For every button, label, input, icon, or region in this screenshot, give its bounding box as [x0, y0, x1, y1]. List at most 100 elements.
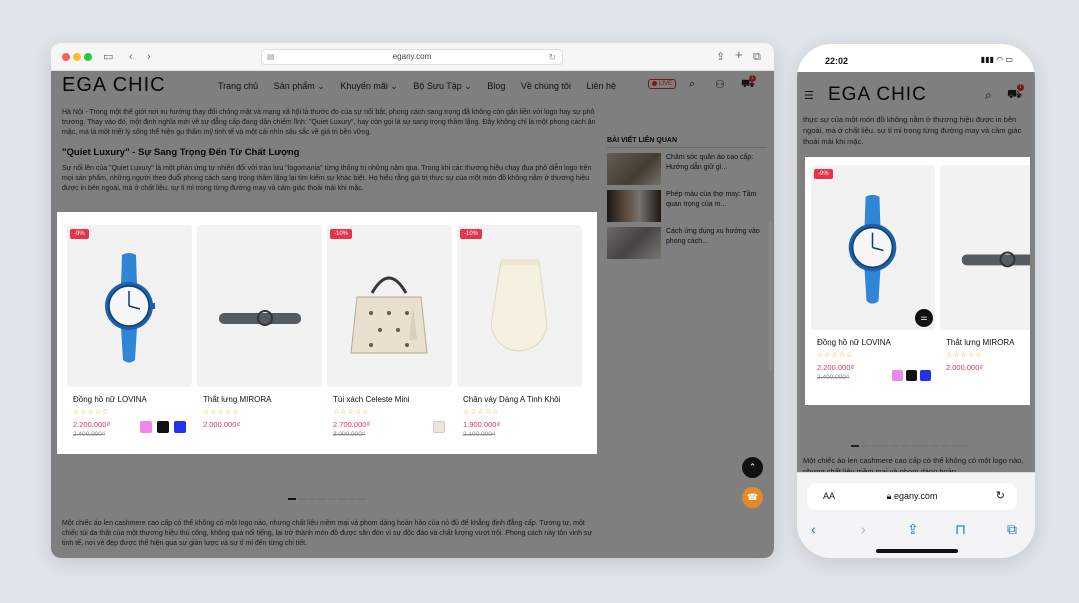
product-price: 2.200.000₫: [817, 363, 855, 372]
product-card[interactable]: -10% Túi xách Celeste Mini ☆☆☆☆☆ 2.700.0…: [327, 225, 452, 438]
carousel-dot[interactable]: [901, 445, 909, 447]
chevron-up-icon: ⌃: [748, 462, 757, 472]
back-icon[interactable]: ‹: [129, 50, 133, 64]
carousel-dot[interactable]: [348, 498, 356, 500]
discount-badge: -9%: [70, 229, 89, 239]
product-image[interactable]: [197, 225, 322, 387]
carousel-dot[interactable]: [851, 445, 859, 447]
rating-stars: ☆☆☆☆☆: [73, 409, 110, 416]
rating-stars: ☆☆☆☆☆: [817, 352, 854, 359]
carousel-dot[interactable]: [298, 498, 306, 500]
scrollbar[interactable]: [769, 221, 772, 371]
forward-icon[interactable]: ›: [147, 50, 151, 64]
skirt-image: [490, 259, 548, 352]
carousel-dot[interactable]: [358, 498, 366, 500]
product-name[interactable]: Túi xách Celeste Mini: [333, 395, 452, 404]
product-price: 2.000.000₫: [946, 363, 984, 372]
address-bar-url: egany.com: [392, 52, 432, 61]
product-name[interactable]: Chân váy Dáng A Tinh Khôi: [463, 395, 582, 404]
minimize-window-button[interactable]: [73, 53, 81, 61]
product-popup: -9% ⚌ Đồng hồ nữ LOVINA ☆☆☆☆☆ 2.200.000₫…: [805, 157, 1030, 405]
new-tab-icon[interactable]: +: [735, 48, 743, 62]
tabs-overview-icon[interactable]: ⧉: [1007, 521, 1017, 538]
carousel-dot[interactable]: [951, 445, 959, 447]
sidebar-icon[interactable]: ▭: [103, 50, 113, 64]
variant-thumbnail[interactable]: [433, 421, 445, 433]
product-name[interactable]: Đồng hồ nữ LOVINA: [817, 338, 935, 347]
reload-icon[interactable]: ↻: [548, 50, 556, 64]
bookmarks-icon[interactable]: ⊓: [955, 521, 966, 538]
desktop-browser-window: ▭ ‹ › ▤ egany.com ↻ ⇪ + ⧉ EGA CHIC Trang…: [51, 43, 774, 558]
product-image[interactable]: -10%: [327, 225, 452, 387]
product-name[interactable]: Đồng hồ nữ LOVINA: [73, 395, 192, 404]
product-popup: -9% Đồng hồ nữ LOVINA ☆☆☆☆☆ 2.200.000₫ 2…: [57, 212, 597, 454]
reload-icon[interactable]: ↻: [996, 483, 1005, 510]
product-image[interactable]: -9% ⚌: [811, 165, 935, 330]
address-bar[interactable]: ▤ egany.com ↻: [261, 49, 563, 65]
filter-icon[interactable]: ⚌: [915, 309, 933, 327]
carousel-dot[interactable]: [931, 445, 939, 447]
rating-stars: ☆☆☆☆☆: [333, 409, 370, 416]
carousel-dot[interactable]: [338, 498, 346, 500]
carousel-dot[interactable]: [961, 445, 969, 447]
color-swatch-pink[interactable]: [892, 370, 903, 381]
carousel-dot[interactable]: [881, 445, 889, 447]
scroll-to-top-button[interactable]: ⌃: [742, 457, 763, 478]
status-icons: ▮▮▮ ◠ ▭: [980, 55, 1013, 64]
product-name[interactable]: Thắt lưng MIRORA: [946, 338, 1030, 347]
page-icon: ▤: [267, 52, 275, 61]
color-swatch-black[interactable]: [157, 421, 169, 433]
browser-toolbar: ▭ ‹ › ▤ egany.com ↻ ⇪ + ⧉: [51, 43, 774, 71]
home-indicator: [876, 549, 958, 553]
product-image[interactable]: [940, 165, 1030, 330]
carousel-dot[interactable]: [288, 498, 296, 500]
mobile-phone-frame: 22:02 ▮▮▮ ◠ ▭ ☰ EGA CHIC ⌕ ⛟ 1 thực sự c…: [797, 44, 1035, 558]
color-swatch-blue[interactable]: [920, 370, 931, 381]
watch-image: [105, 253, 155, 363]
close-window-button[interactable]: [62, 53, 70, 61]
color-swatch-black[interactable]: [906, 370, 917, 381]
carousel-dot[interactable]: [861, 445, 869, 447]
safari-bottom-bar: AA 🔒︎ egany.com ↻ ‹ › ⇪ ⊓ ⧉: [797, 472, 1035, 558]
product-price: 1.900.000₫: [463, 420, 501, 429]
status-time: 22:02: [825, 56, 849, 66]
carousel-dot[interactable]: [308, 498, 316, 500]
product-card[interactable]: -10% Chân váy Dáng A Tinh Khôi ☆☆☆☆☆ 1.9…: [457, 225, 582, 438]
product-name[interactable]: Thắt lưng MIRORA: [203, 395, 322, 404]
rating-stars: ☆☆☆☆☆: [946, 352, 983, 359]
product-image[interactable]: -9%: [67, 225, 192, 387]
product-card[interactable]: -9% Đồng hồ nữ LOVINA ☆☆☆☆☆ 2.200.000₫ 2…: [67, 225, 192, 438]
share-icon[interactable]: ⇪: [907, 521, 919, 538]
product-price: 2.000.000₫: [203, 420, 241, 429]
product-image[interactable]: -10%: [457, 225, 582, 387]
product-card[interactable]: Thắt lưng MIRORA ☆☆☆☆☆ 2.000.000₫: [197, 225, 322, 429]
chat-support-button[interactable]: ☎: [742, 487, 763, 508]
share-icon[interactable]: ⇪: [716, 50, 725, 64]
watch-image: [848, 194, 897, 304]
product-card[interactable]: -9% ⚌ Đồng hồ nữ LOVINA ☆☆☆☆☆ 2.200.000₫…: [811, 165, 935, 381]
color-swatch-pink[interactable]: [140, 421, 152, 433]
carousel-dot[interactable]: [328, 498, 336, 500]
maximize-window-button[interactable]: [84, 53, 92, 61]
carousel-dot[interactable]: [921, 445, 929, 447]
tabs-overview-icon[interactable]: ⧉: [753, 50, 761, 64]
forward-icon[interactable]: ›: [861, 521, 866, 537]
carousel-dot[interactable]: [871, 445, 879, 447]
belt-image: [961, 251, 1030, 268]
product-old-price: 2.400.000₫: [817, 374, 850, 381]
handbag-image: [350, 276, 428, 354]
product-old-price: 2.100.000₫: [463, 431, 496, 438]
back-icon[interactable]: ‹: [811, 521, 816, 537]
product-card[interactable]: Thắt lưng MIRORA ☆☆☆☆☆ 2.000.000₫: [940, 165, 1030, 372]
carousel-dot[interactable]: [911, 445, 919, 447]
carousel-dot[interactable]: [318, 498, 326, 500]
support-icon: ☎: [746, 492, 759, 502]
discount-badge: -10%: [460, 229, 483, 239]
discount-badge: -10%: [330, 229, 353, 239]
lock-icon: 🔒︎: [886, 491, 892, 501]
color-swatch-blue[interactable]: [174, 421, 186, 433]
carousel-dot[interactable]: [891, 445, 899, 447]
text-size-button[interactable]: AA: [823, 483, 835, 510]
carousel-dot[interactable]: [941, 445, 949, 447]
address-bar[interactable]: AA 🔒︎ egany.com ↻: [807, 483, 1017, 510]
